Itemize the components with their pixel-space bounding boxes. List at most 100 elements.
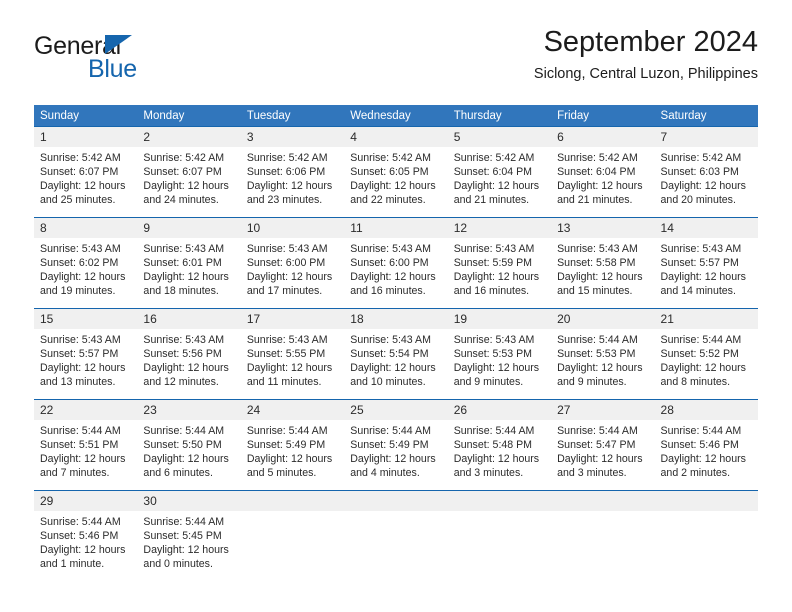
day-sunset-text: Sunset: 5:46 PM (40, 530, 119, 543)
calendar-table: Sunday Monday Tuesday Wednesday Thursday… (34, 105, 758, 581)
day-sunrise-text: Sunrise: 5:44 AM (143, 516, 225, 528)
day-sunrise-text: Sunrise: 5:42 AM (246, 152, 328, 164)
day-daylight-line1-text: Daylight: 12 hours (557, 362, 643, 375)
day-details: Sunrise: 5:42 AM Sunset: 6:07 PM Daylight:… (34, 147, 137, 207)
calendar-day-cell[interactable]: 25 Sunrise: 5:44 AM Sunset: 5:49 PM Dayligh… (344, 399, 448, 491)
calendar-day-cell[interactable]: 1 Sunrise: 5:42 AM Sunset: 6:07 PM Daylight… (34, 126, 138, 218)
day-sunrise-text: Sunrise: 5:43 AM (246, 334, 328, 346)
day-details: Sunrise: 5:44 AM Sunset: 5:50 PM Daylight:… (137, 420, 240, 480)
calendar-day-cell[interactable]: 11 Sunrise: 5:43 AM Sunset: 6:00 PM Dayligh… (344, 217, 448, 309)
day-daylight-line1-text: Daylight: 12 hours (350, 453, 436, 466)
calendar-day-cell[interactable]: 3 Sunrise: 5:42 AM Sunset: 6:06 PM Daylight… (240, 126, 345, 218)
day-daylight-line1-text: Daylight: 12 hours (350, 180, 436, 193)
day-number (344, 491, 448, 511)
day-daylight-line2-text: and 8 minutes. (660, 376, 731, 389)
calendar-day-cell[interactable]: 6 Sunrise: 5:42 AM Sunset: 6:04 PM Daylight… (551, 126, 655, 218)
day-cell-inner: 12 Sunrise: 5:43 AM Sunset: 5:59 PM Dayligh… (447, 218, 552, 308)
day-number: 8 (34, 218, 138, 238)
calendar-day-cell[interactable]: 17 Sunrise: 5:43 AM Sunset: 5:55 PM Dayligh… (240, 308, 345, 400)
calendar-day-cell-empty (551, 490, 655, 581)
day-sunset-text: Sunset: 5:49 PM (350, 439, 429, 452)
calendar-week-row: 22 Sunrise: 5:44 AM Sunset: 5:51 PM Dayligh… (34, 399, 758, 491)
day-daylight-line2-text: and 16 minutes. (350, 285, 426, 298)
calendar-day-cell[interactable]: 19 Sunrise: 5:43 AM Sunset: 5:53 PM Dayligh… (447, 308, 552, 400)
day-number: 1 (34, 127, 138, 147)
day-sunrise-text: Sunrise: 5:42 AM (660, 152, 742, 164)
day-number: 29 (34, 491, 138, 511)
day-sunrise-text: Sunrise: 5:43 AM (453, 334, 535, 346)
weekday-header-saturday: Saturday (654, 105, 758, 127)
day-sunrise-text: Sunrise: 5:43 AM (453, 243, 535, 255)
day-number: 26 (447, 400, 552, 420)
day-number: 21 (654, 309, 758, 329)
day-number: 27 (551, 400, 655, 420)
day-details: Sunrise: 5:43 AM Sunset: 6:01 PM Daylight:… (137, 238, 240, 298)
day-daylight-line1-text: Daylight: 12 hours (246, 180, 333, 193)
day-daylight-line2-text: and 20 minutes. (660, 194, 736, 207)
day-daylight-line2-text: and 2 minutes. (660, 467, 731, 480)
calendar-day-cell[interactable]: 20 Sunrise: 5:44 AM Sunset: 5:53 PM Dayligh… (551, 308, 655, 400)
calendar-day-cell[interactable]: 16 Sunrise: 5:43 AM Sunset: 5:56 PM Dayligh… (137, 308, 241, 400)
day-daylight-line1-text: Daylight: 12 hours (660, 271, 746, 284)
day-sunrise-text: Sunrise: 5:44 AM (453, 425, 535, 437)
day-daylight-line1-text: Daylight: 12 hours (143, 544, 229, 557)
calendar-day-cell[interactable]: 7 Sunrise: 5:42 AM Sunset: 6:03 PM Daylight… (654, 126, 758, 218)
calendar-day-cell[interactable]: 24 Sunrise: 5:44 AM Sunset: 5:49 PM Dayligh… (240, 399, 345, 491)
calendar-day-cell[interactable]: 26 Sunrise: 5:44 AM Sunset: 5:48 PM Dayligh… (447, 399, 552, 491)
day-daylight-line2-text: and 18 minutes. (143, 285, 219, 298)
day-daylight-line2-text: and 15 minutes. (557, 285, 633, 298)
day-daylight-line1-text: Daylight: 12 hours (557, 271, 643, 284)
day-sunset-text: Sunset: 5:50 PM (143, 439, 222, 452)
calendar-day-cell[interactable]: 13 Sunrise: 5:43 AM Sunset: 5:58 PM Dayligh… (551, 217, 655, 309)
day-number: 11 (344, 218, 448, 238)
day-number: 10 (240, 218, 345, 238)
day-number: 20 (551, 309, 655, 329)
day-number: 23 (137, 400, 241, 420)
day-cell-inner: 30 Sunrise: 5:44 AM Sunset: 5:45 PM Dayligh… (137, 491, 241, 581)
day-sunset-text: Sunset: 5:59 PM (453, 257, 533, 270)
day-number (654, 491, 758, 511)
day-daylight-line2-text: and 13 minutes. (40, 376, 116, 389)
day-sunrise-text: Sunrise: 5:43 AM (40, 243, 121, 255)
day-sunrise-text: Sunrise: 5:42 AM (453, 152, 535, 164)
calendar-day-cell[interactable]: 28 Sunrise: 5:44 AM Sunset: 5:46 PM Dayligh… (654, 399, 758, 491)
weekday-header-thursday: Thursday (447, 105, 552, 127)
calendar-day-cell[interactable]: 12 Sunrise: 5:43 AM Sunset: 5:59 PM Dayligh… (447, 217, 552, 309)
day-sunrise-text: Sunrise: 5:44 AM (40, 516, 121, 528)
day-daylight-line2-text: and 9 minutes. (453, 376, 524, 389)
calendar-day-cell[interactable]: 4 Sunrise: 5:42 AM Sunset: 6:05 PM Daylight… (344, 126, 448, 218)
day-sunset-text: Sunset: 6:00 PM (246, 257, 326, 270)
day-details: Sunrise: 5:44 AM Sunset: 5:49 PM Daylight:… (241, 420, 344, 480)
calendar-day-cell[interactable]: 18 Sunrise: 5:43 AM Sunset: 5:54 PM Dayligh… (344, 308, 448, 400)
calendar-day-cell[interactable]: 2 Sunrise: 5:42 AM Sunset: 6:07 PM Daylight… (137, 126, 241, 218)
day-sunrise-text: Sunrise: 5:43 AM (350, 243, 431, 255)
day-daylight-line1-text: Daylight: 12 hours (453, 362, 540, 375)
calendar-day-cell[interactable]: 5 Sunrise: 5:42 AM Sunset: 6:04 PM Daylight… (447, 126, 552, 218)
calendar-day-cell[interactable]: 30 Sunrise: 5:44 AM Sunset: 5:45 PM Dayligh… (137, 490, 241, 581)
day-cell-inner: 18 Sunrise: 5:43 AM Sunset: 5:54 PM Dayligh… (344, 309, 448, 399)
day-daylight-line1-text: Daylight: 12 hours (557, 180, 643, 193)
calendar-day-cell[interactable]: 10 Sunrise: 5:43 AM Sunset: 6:00 PM Dayligh… (240, 217, 345, 309)
calendar-day-cell[interactable]: 14 Sunrise: 5:43 AM Sunset: 5:57 PM Dayligh… (654, 217, 758, 309)
day-number: 19 (447, 309, 552, 329)
day-cell-inner: 11 Sunrise: 5:43 AM Sunset: 6:00 PM Dayligh… (344, 218, 448, 308)
calendar-day-cell[interactable]: 27 Sunrise: 5:44 AM Sunset: 5:47 PM Dayligh… (551, 399, 655, 491)
day-cell-inner (240, 491, 345, 581)
day-details (344, 511, 447, 515)
calendar-day-cell[interactable]: 15 Sunrise: 5:43 AM Sunset: 5:57 PM Dayligh… (34, 308, 138, 400)
day-sunset-text: Sunset: 5:53 PM (453, 348, 533, 361)
day-daylight-line2-text: and 21 minutes. (453, 194, 530, 207)
day-daylight-line2-text: and 19 minutes. (40, 285, 116, 298)
calendar-day-cell[interactable]: 21 Sunrise: 5:44 AM Sunset: 5:52 PM Dayligh… (654, 308, 758, 400)
day-sunset-text: Sunset: 6:00 PM (350, 257, 429, 270)
day-daylight-line2-text: and 21 minutes. (557, 194, 633, 207)
day-daylight-line1-text: Daylight: 12 hours (453, 180, 540, 193)
calendar-day-cell[interactable]: 8 Sunrise: 5:43 AM Sunset: 6:02 PM Daylight… (34, 217, 138, 309)
calendar-day-cell[interactable]: 29 Sunrise: 5:44 AM Sunset: 5:46 PM Dayligh… (34, 490, 138, 581)
day-details: Sunrise: 5:43 AM Sunset: 5:53 PM Daylight:… (448, 329, 551, 389)
day-cell-inner: 20 Sunrise: 5:44 AM Sunset: 5:53 PM Dayligh… (551, 309, 655, 399)
calendar-day-cell[interactable]: 9 Sunrise: 5:43 AM Sunset: 6:01 PM Daylight… (137, 217, 241, 309)
day-number: 30 (137, 491, 241, 511)
calendar-day-cell[interactable]: 22 Sunrise: 5:44 AM Sunset: 5:51 PM Dayligh… (34, 399, 138, 491)
calendar-day-cell[interactable]: 23 Sunrise: 5:44 AM Sunset: 5:50 PM Dayligh… (137, 399, 241, 491)
